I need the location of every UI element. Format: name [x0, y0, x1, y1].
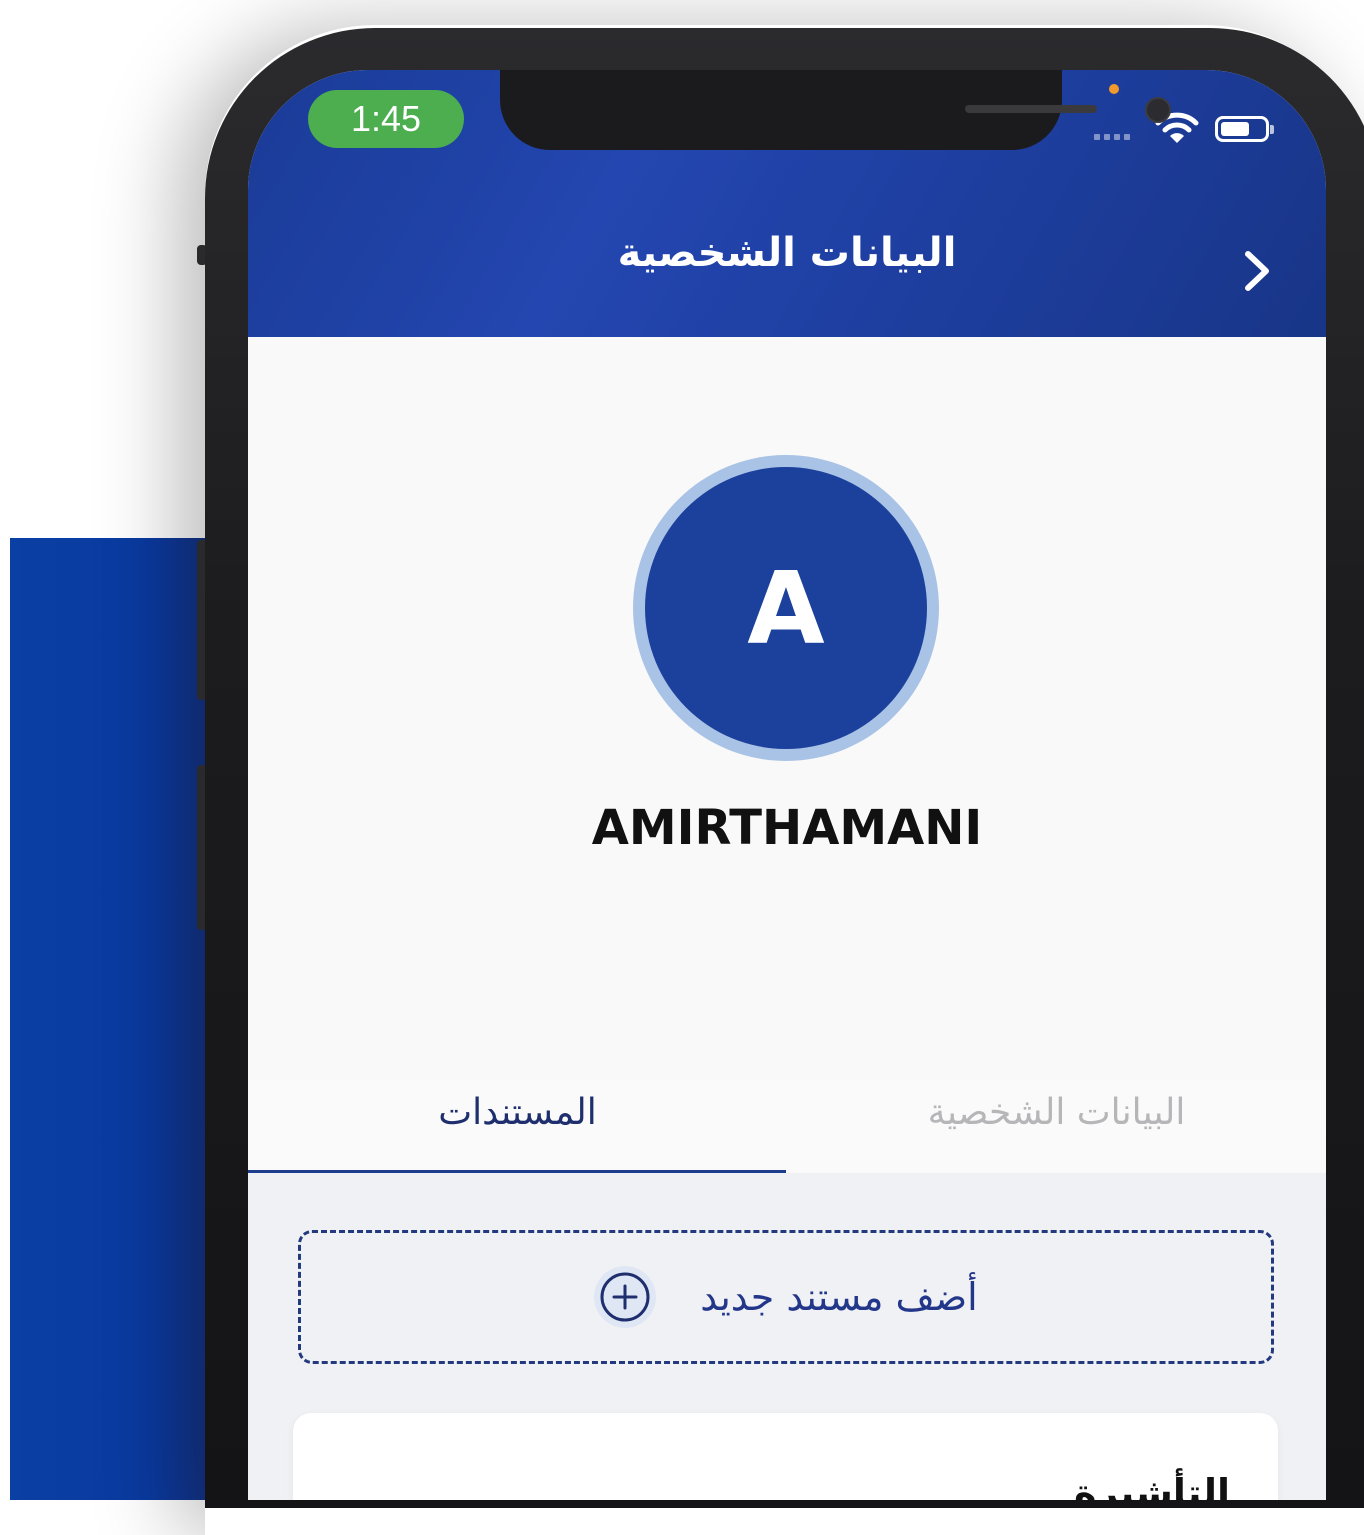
tab-documents[interactable]: المستندات: [248, 1080, 787, 1173]
profile-name: AMIRTHAMANI: [591, 800, 983, 856]
add-document-label: أضف مستند جديد: [700, 1275, 978, 1319]
phone-screen: 1:45 البيانات الشخصية A AMIRTHAMANI المس…: [248, 70, 1326, 1500]
cellular-signal-icon: [1094, 134, 1130, 140]
status-time: 1:45: [308, 90, 464, 148]
privacy-indicator-dot: [1109, 84, 1119, 94]
app-header: 1:45 البيانات الشخصية: [248, 70, 1326, 337]
avatar[interactable]: A: [645, 467, 927, 749]
speaker-grille: [965, 105, 1097, 113]
phone-notch: [500, 70, 1171, 150]
tab-bar: المستندات البيانات الشخصية: [248, 1080, 1326, 1173]
chevron-right-icon[interactable]: [1238, 246, 1278, 296]
document-card-title: التأشيرة: [1073, 1471, 1230, 1500]
decorative-blue-block: [10, 538, 210, 1500]
front-camera: [1145, 97, 1171, 123]
documents-panel: أضف مستند جديد التأشيرة: [248, 1173, 1326, 1500]
tab-personal-data[interactable]: البيانات الشخصية: [787, 1080, 1326, 1173]
add-document-button[interactable]: أضف مستند جديد: [298, 1230, 1274, 1364]
plus-circle-icon: [594, 1266, 657, 1328]
document-card[interactable]: التأشيرة: [293, 1413, 1278, 1500]
page-title: البيانات الشخصية: [617, 230, 957, 276]
battery-icon: [1215, 116, 1274, 142]
